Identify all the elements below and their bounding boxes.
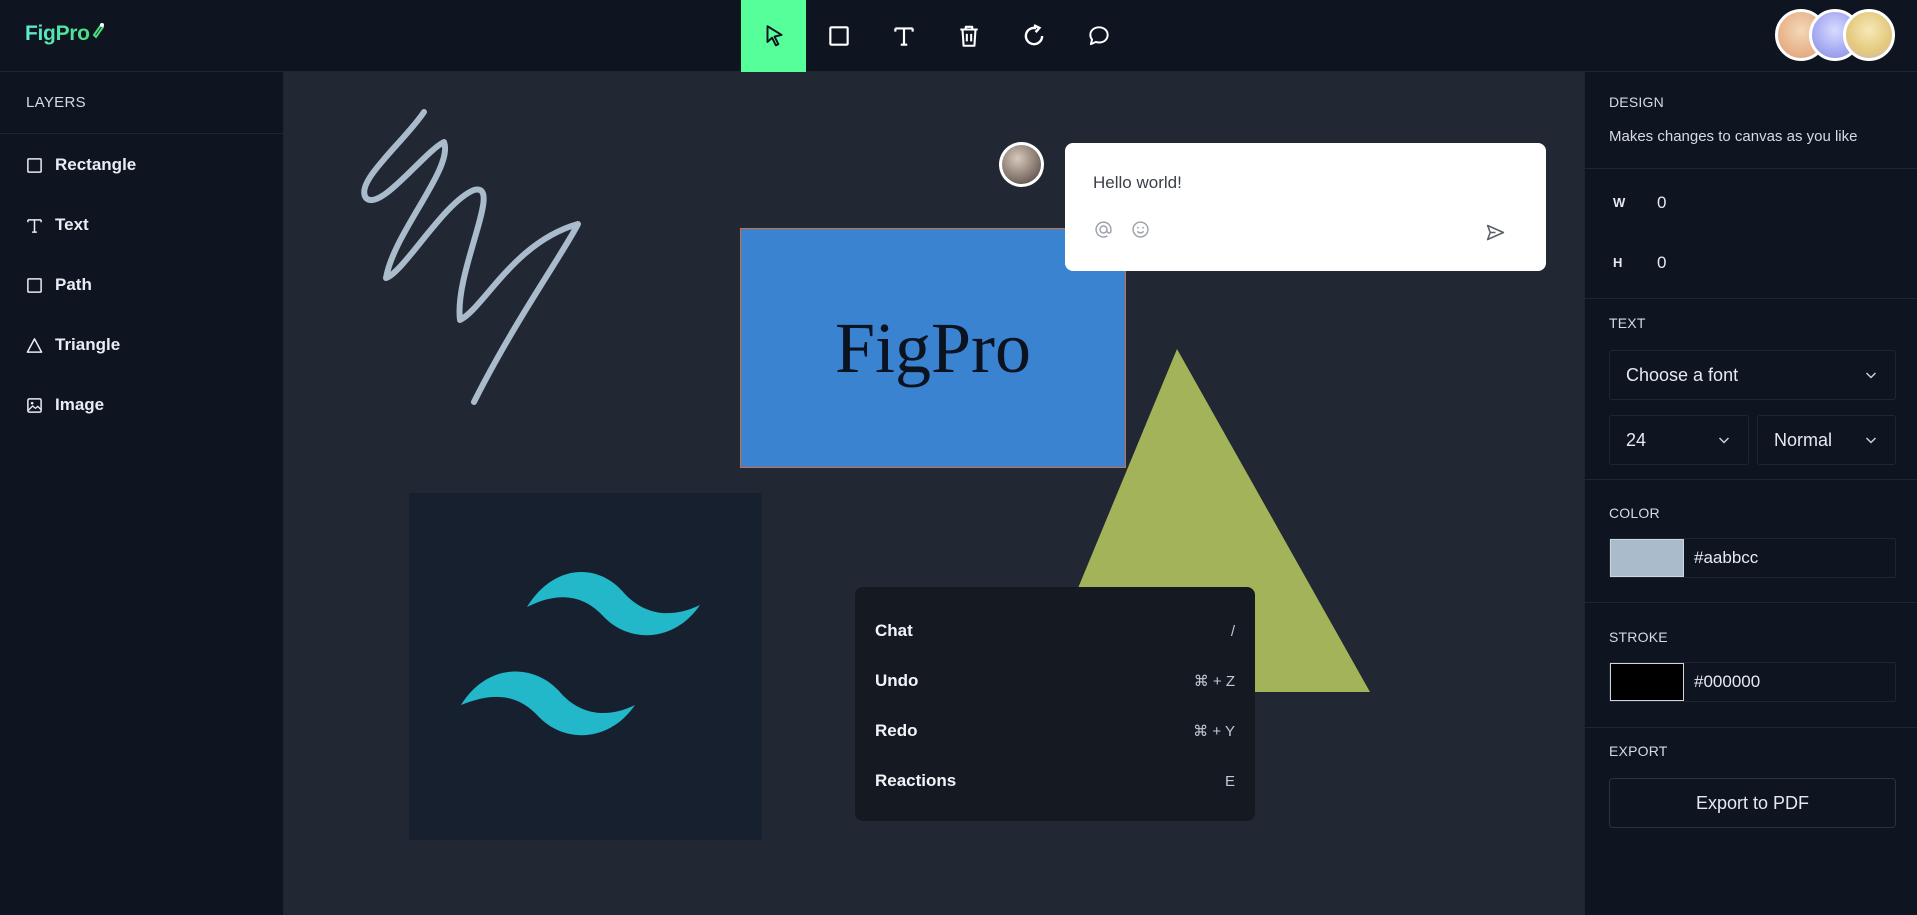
layer-label: Path: [55, 275, 92, 294]
context-menu: Chat / Undo ⌘ + Z Redo ⌘ + Y Reactions E: [855, 587, 1255, 821]
pen-icon: [92, 23, 105, 39]
width-label: W: [1613, 195, 1626, 210]
square-icon: [828, 26, 849, 46]
fill-color-field[interactable]: #aabbcc: [1609, 538, 1896, 578]
layers-panel: LAYERS Rectangle Text Path Triangle Imag…: [0, 72, 284, 915]
avatar[interactable]: [1843, 9, 1895, 61]
layer-item-triangle[interactable]: Triangle: [26, 330, 120, 360]
stroke-color-field[interactable]: #000000: [1609, 662, 1896, 702]
width-input[interactable]: 0: [1657, 193, 1666, 213]
app-logo[interactable]: FigPro: [25, 22, 105, 46]
comment-actions: [1093, 219, 1151, 240]
image-icon: [27, 397, 42, 413]
canvas[interactable]: FigPro Hello world! Chat / Undo ⌘ + Z Re…: [284, 72, 1584, 915]
at-icon[interactable]: [1093, 219, 1114, 240]
fill-color-value[interactable]: #aabbcc: [1694, 548, 1758, 568]
layer-item-path[interactable]: Path: [26, 270, 92, 300]
menu-item-shortcut: E: [1224, 772, 1235, 790]
menu-item-redo[interactable]: Redo ⌘ + Y: [875, 717, 1235, 745]
chevron-down-icon: [1865, 372, 1877, 379]
rectangle-text: FigPro: [834, 307, 1032, 388]
layer-item-text[interactable]: Text: [26, 210, 89, 240]
export-section-title: EXPORT: [1609, 743, 1668, 759]
layer-label: Triangle: [55, 335, 121, 354]
fill-color-swatch[interactable]: [1610, 539, 1684, 577]
height-input[interactable]: 0: [1657, 253, 1666, 273]
tailwind-logo-icon: [461, 572, 700, 736]
layer-item-image[interactable]: Image: [26, 390, 104, 420]
divider: [1585, 479, 1917, 480]
select-tool-button[interactable]: [741, 0, 806, 72]
app-logo-text: FigPro: [25, 22, 90, 45]
smile-icon[interactable]: [1130, 219, 1151, 240]
menu-item-undo[interactable]: Undo ⌘ + Z: [875, 667, 1235, 695]
color-section-title: COLOR: [1609, 505, 1660, 521]
menu-item-shortcut: /: [1230, 622, 1235, 640]
menu-item-label: Undo: [875, 671, 919, 690]
menu-item-shortcut: ⌘ + Y: [1193, 723, 1235, 740]
text-icon: [27, 218, 42, 233]
export-pdf-button[interactable]: Export to PDF: [1609, 778, 1896, 828]
reset-tool-button[interactable]: [1001, 0, 1066, 72]
font-family-value: Choose a font: [1626, 364, 1739, 385]
stroke-color-swatch[interactable]: [1610, 663, 1684, 701]
comments-tool-button[interactable]: [1066, 0, 1131, 72]
divider: [1585, 168, 1917, 169]
design-title: DESIGN: [1609, 94, 1664, 110]
square-icon: [27, 277, 42, 293]
divider: [0, 133, 284, 134]
divider: [1585, 727, 1917, 728]
layer-label: Image: [55, 395, 105, 414]
reset-icon: [1024, 24, 1043, 46]
menu-item-label: Reactions: [875, 771, 957, 790]
text-icon: [893, 27, 914, 46]
font-size-value: 24: [1626, 429, 1647, 450]
font-size-select[interactable]: 24: [1609, 415, 1749, 465]
font-family-select[interactable]: Choose a font: [1609, 350, 1896, 400]
menu-item-label: Redo: [875, 721, 918, 740]
menu-item-reactions[interactable]: Reactions E: [875, 767, 1235, 795]
delete-tool-button[interactable]: [936, 0, 1001, 72]
menu-item-shortcut: ⌘ + Z: [1193, 673, 1235, 690]
chevron-down-icon: [1865, 437, 1877, 444]
menu-item-label: Chat: [875, 621, 913, 640]
comment-text: Hello world!: [1093, 173, 1182, 192]
triangle-icon: [26, 337, 43, 353]
layer-label: Rectangle: [55, 155, 137, 174]
trash-icon: [959, 25, 978, 47]
stroke-section-title: STROKE: [1609, 629, 1668, 645]
chevron-down-icon: [1718, 437, 1730, 444]
top-bar: FigPro: [0, 0, 1917, 72]
font-weight-select[interactable]: Normal: [1757, 415, 1896, 465]
stroke-color-value[interactable]: #000000: [1694, 672, 1760, 692]
rectangle-tool-button[interactable]: [806, 0, 871, 72]
image-shape[interactable]: [409, 493, 762, 840]
comment-bubble: Hello world!: [1065, 143, 1546, 271]
comment-avatar[interactable]: [999, 142, 1044, 187]
layer-item-rectangle[interactable]: Rectangle: [26, 150, 136, 180]
send-icon[interactable]: [1485, 222, 1506, 243]
layers-title: LAYERS: [26, 94, 86, 111]
square-icon: [27, 157, 42, 173]
comment-icon: [1088, 26, 1109, 46]
divider: [1585, 602, 1917, 603]
cursor-icon: [766, 25, 783, 47]
design-description: Makes changes to canvas as you like: [1609, 128, 1858, 145]
font-weight-value: Normal: [1774, 429, 1833, 450]
design-panel: DESIGN Makes changes to canvas as you li…: [1584, 72, 1917, 915]
height-label: H: [1613, 255, 1623, 270]
menu-item-chat[interactable]: Chat /: [875, 617, 1235, 645]
text-section-title: TEXT: [1609, 315, 1646, 331]
collaborator-avatars: [1775, 9, 1895, 61]
layer-label: Text: [55, 215, 89, 234]
divider: [1585, 298, 1917, 299]
tool-group: [741, 0, 1131, 72]
text-tool-button[interactable]: [871, 0, 936, 72]
